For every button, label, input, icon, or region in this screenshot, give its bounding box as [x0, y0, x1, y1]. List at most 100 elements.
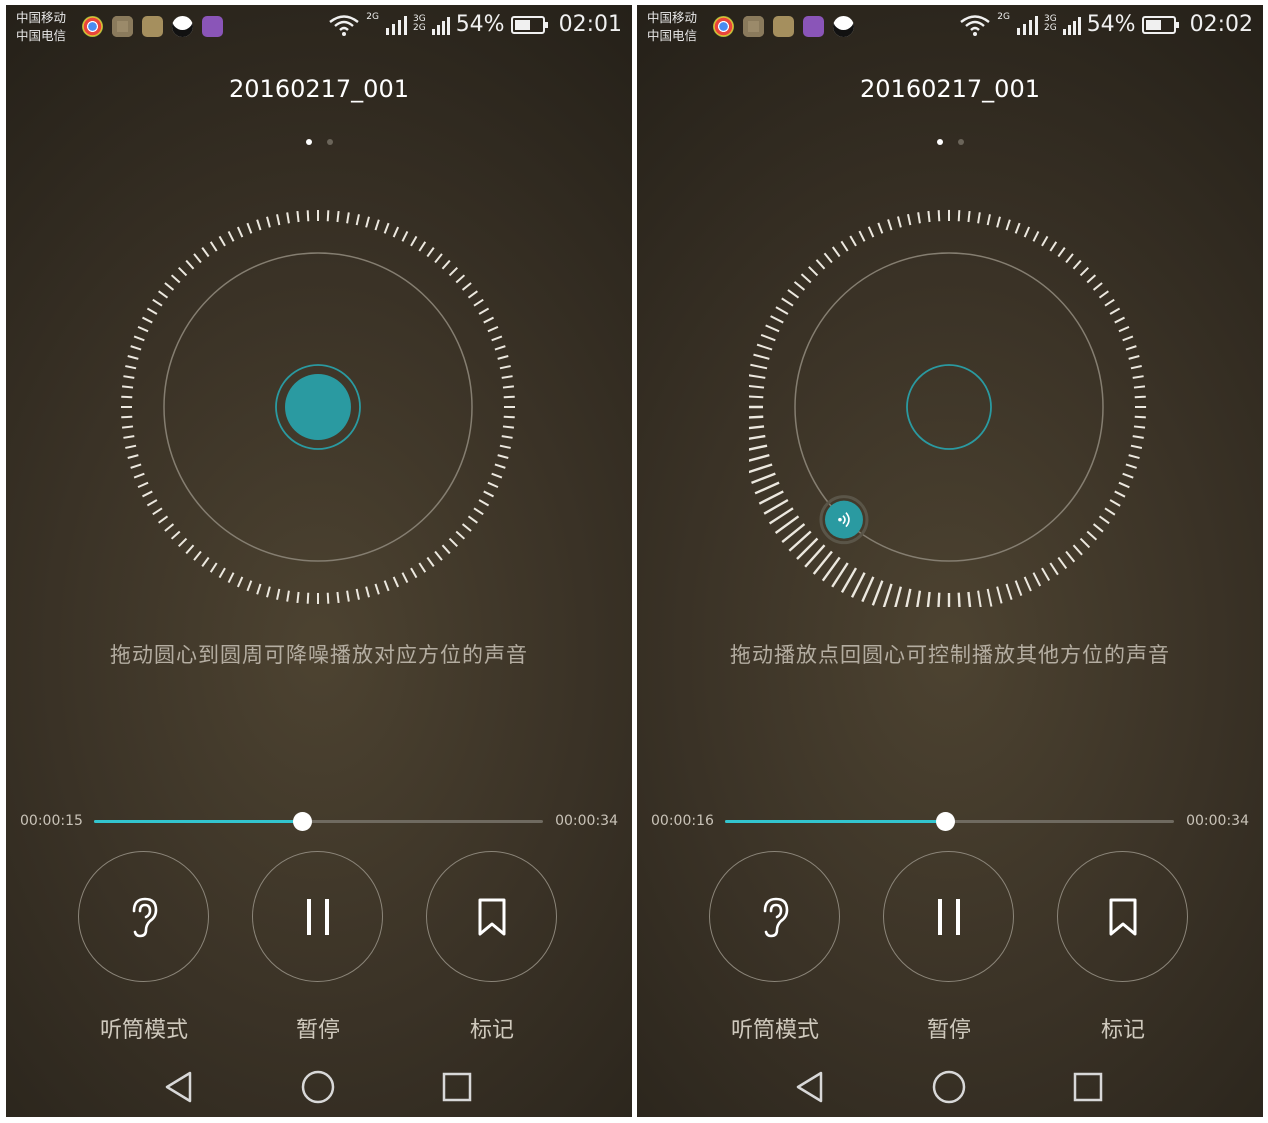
dial-tick	[355, 214, 360, 226]
dial-tick	[130, 345, 142, 351]
dial-tick	[967, 591, 972, 607]
dial-tick	[749, 434, 766, 440]
back-button[interactable]	[159, 1067, 199, 1107]
home-button[interactable]	[929, 1067, 969, 1107]
pause-button[interactable]	[252, 851, 383, 982]
dial-tick	[246, 580, 253, 592]
page-dot-2[interactable]	[957, 139, 964, 145]
dial-tick	[749, 395, 764, 399]
dial-tick	[1133, 425, 1146, 429]
bookmark-icon	[1109, 898, 1136, 935]
dial-tick	[193, 253, 202, 264]
dial-tick	[1023, 576, 1032, 592]
dial-tick	[765, 324, 780, 333]
seek-bar-progress	[94, 820, 303, 823]
dial-tick	[861, 576, 875, 603]
playback-point[interactable]	[819, 495, 869, 545]
seek-bar-thumb[interactable]	[936, 812, 955, 831]
dial-tick	[756, 343, 773, 351]
dial-tick	[125, 365, 137, 370]
home-button[interactable]	[298, 1067, 338, 1107]
dial-tick	[877, 222, 884, 234]
dial-tick	[926, 591, 931, 607]
earpiece-mode-button[interactable]	[709, 851, 840, 982]
dial-tick	[434, 253, 443, 264]
recents-button[interactable]	[1068, 1067, 1108, 1107]
dial-tick	[448, 537, 459, 548]
carrier-labels: 中国移动 中国电信	[647, 9, 697, 45]
dial-tick	[256, 583, 262, 595]
signal-icon-1	[1016, 15, 1038, 35]
mark-button[interactable]	[1057, 851, 1188, 982]
dial-tick	[882, 583, 893, 607]
dial-tick	[749, 384, 765, 389]
pause-button[interactable]	[883, 851, 1014, 982]
carrier-2: 中国电信	[647, 28, 698, 43]
qq-icon	[172, 16, 193, 37]
chrome-icon	[713, 16, 734, 37]
dial-tick	[483, 490, 494, 498]
seek-bar-thumb[interactable]	[293, 812, 313, 831]
dial-tick	[840, 240, 849, 252]
dial-tick	[808, 266, 819, 277]
page-dot-1[interactable]	[305, 139, 312, 145]
dial-tick	[502, 385, 515, 389]
dial-tick	[1128, 454, 1140, 460]
dial-tick	[1118, 481, 1130, 489]
instruction-text: 拖动播放点回圆心可控制播放其他方位的声音	[730, 643, 1170, 667]
dial-tick	[383, 222, 390, 234]
page-dot-1[interactable]	[936, 139, 943, 145]
dial-tick	[1041, 567, 1051, 582]
dial-tick	[867, 226, 875, 238]
seek-bar-progress	[725, 820, 945, 823]
dial-tick	[227, 231, 235, 242]
dial-tick	[937, 210, 941, 222]
earpiece-mode-button[interactable]	[78, 851, 209, 982]
health-app-icon	[773, 16, 794, 37]
dial-tick	[1014, 580, 1023, 596]
gallery-icon	[803, 16, 824, 37]
dial-tick	[326, 592, 330, 604]
dial-tick	[158, 515, 169, 524]
dial-tick	[127, 355, 139, 360]
seek-bar[interactable]	[725, 812, 1174, 831]
dial-tick	[775, 306, 789, 315]
back-button[interactable]	[790, 1067, 830, 1107]
dial-tick	[461, 523, 472, 532]
recorder-screen-left: 中国移动 中国电信 2G 3G 2G 54% 02:01 20160217_001…	[6, 5, 632, 1117]
carrier-labels: 中国移动 中国电信	[16, 9, 66, 45]
recents-icon	[442, 1072, 472, 1102]
dial-tick	[916, 590, 922, 607]
camera-app-icon	[743, 16, 764, 37]
dial-tick	[1086, 530, 1098, 541]
page-indicator	[6, 139, 632, 145]
dial-tick	[478, 307, 490, 315]
carrier-1: 中国移动	[16, 10, 67, 25]
pause-icon	[306, 898, 329, 935]
directional-dial[interactable]	[118, 207, 518, 607]
network-type-1: 2G	[366, 12, 379, 22]
dial-tick	[1041, 235, 1049, 247]
dial-tick	[227, 572, 235, 583]
mark-button[interactable]	[426, 851, 557, 982]
dial-tick	[177, 266, 188, 277]
page-dot-2[interactable]	[326, 139, 333, 145]
dial-tick	[1133, 385, 1146, 389]
carrier-1: 中国移动	[647, 10, 698, 25]
seek-bar[interactable]	[94, 812, 543, 831]
dial-tick	[905, 588, 912, 607]
dial-tick	[473, 298, 484, 307]
recents-button[interactable]	[437, 1067, 477, 1107]
dial-tick	[996, 586, 1003, 604]
dial-tick	[1122, 335, 1134, 342]
dial-tick	[218, 235, 226, 247]
dial-tick	[121, 415, 133, 419]
dial-tick	[497, 355, 509, 360]
dial-tick	[434, 550, 443, 561]
network-type-2: 3G 2G	[412, 13, 426, 33]
directional-dial[interactable]	[749, 207, 1149, 607]
dial-tick	[840, 567, 858, 593]
dial-tick	[127, 454, 139, 459]
earpiece-mode-label: 听筒模式	[99, 1018, 188, 1043]
dial-tick	[760, 333, 776, 342]
